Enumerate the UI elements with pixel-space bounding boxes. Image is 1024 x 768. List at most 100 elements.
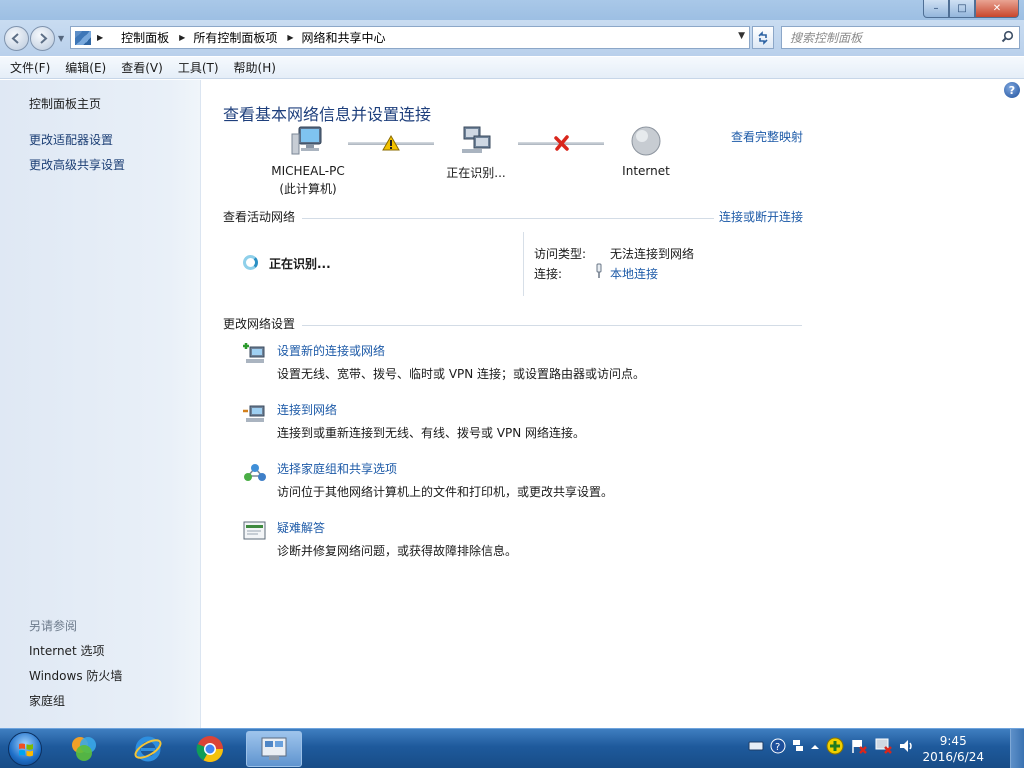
troubleshoot-link[interactable]: 疑难解答	[277, 519, 325, 536]
close-button[interactable]: ✕	[975, 0, 1019, 18]
globe-icon	[631, 126, 661, 156]
help-icon[interactable]: ?	[1004, 82, 1020, 98]
internet-explorer-icon	[134, 736, 162, 762]
forward-button[interactable]	[30, 26, 55, 51]
page-title: 查看基本网络信息并设置连接	[223, 105, 432, 124]
back-button[interactable]	[4, 26, 29, 51]
start-button[interactable]	[3, 730, 47, 768]
address-history-dropdown[interactable]: ▼	[738, 31, 745, 41]
setup-connection-link[interactable]: 设置新的连接或网络	[277, 342, 385, 359]
search-box[interactable]	[781, 26, 1020, 49]
address-bar-area: ▼ ▶ 控制面板 ▶ 所有控制面板项 ▶ 网络和共享中心 ▼	[0, 20, 1024, 56]
breadcrumb-item-network-center[interactable]: ▶ 网络和共享中心	[287, 29, 385, 46]
minimize-button[interactable]: –	[923, 0, 949, 18]
section-divider	[302, 325, 802, 326]
app-360-icon	[72, 737, 96, 761]
security-tray-icon[interactable]	[826, 737, 844, 758]
task-description: 连接到或重新连接到无线、有线、拨号或 VPN 网络连接。	[277, 426, 586, 440]
menu-bar: 文件(F) 编辑(E) 查看(V) 工具(T) 帮助(H)	[0, 57, 1024, 79]
taskbar-app-control-panel[interactable]	[246, 731, 302, 767]
arrow-left-icon	[11, 33, 19, 44]
help-tray-icon[interactable]: ?	[770, 738, 786, 757]
troubleshoot-icon	[243, 521, 266, 540]
map-node-internet[interactable]: Internet	[606, 124, 686, 178]
taskbar-app-ie[interactable]	[120, 731, 176, 767]
menu-view[interactable]: 查看(V)	[121, 59, 163, 76]
access-type-label: 访问类型:	[534, 247, 587, 261]
network-icon	[462, 126, 491, 153]
sidebar-link-homegroup[interactable]: 家庭组	[29, 692, 65, 709]
taskbar-app-chrome[interactable]	[182, 731, 238, 767]
search-input[interactable]	[782, 27, 982, 48]
network-disconnected-icon[interactable]	[874, 737, 892, 758]
map-node-network[interactable]: 正在识别...	[434, 124, 518, 181]
breadcrumb-item-all-items[interactable]: ▶ 所有控制面板项	[179, 29, 277, 46]
system-clock[interactable]: 9:45 2016/6/24	[922, 733, 984, 765]
sidebar-link-adapter-settings[interactable]: 更改适配器设置	[29, 131, 113, 148]
breadcrumb[interactable]: ▶ 控制面板 ▶ 所有控制面板项 ▶ 网络和共享中心 ▼	[70, 26, 750, 49]
connect-network-icon	[243, 405, 265, 422]
sidebar-link-windows-firewall[interactable]: Windows 防火墙	[29, 667, 122, 684]
chrome-icon	[196, 736, 224, 763]
maximize-button[interactable]: □	[949, 0, 975, 18]
connect-network-link[interactable]: 连接到网络	[277, 401, 337, 418]
clock-date: 2016/6/24	[922, 750, 984, 764]
clock-time: 9:45	[939, 734, 967, 748]
menu-tools[interactable]: 工具(T)	[178, 59, 219, 76]
network-tray-icon[interactable]	[792, 739, 804, 756]
warning-icon[interactable]	[382, 135, 400, 151]
task-connect-network: 连接到网络 连接到或重新连接到无线、有线、拨号或 VPN 网络连接。	[242, 401, 802, 445]
refresh-button[interactable]	[752, 26, 774, 49]
title-bar[interactable]: – □ ✕	[0, 0, 1024, 20]
taskbar-app-360[interactable]	[56, 731, 112, 767]
sidebar-link-advanced-sharing[interactable]: 更改高级共享设置	[29, 156, 125, 173]
sidebar-link-control-panel-home[interactable]: 控制面板主页	[29, 95, 101, 112]
main-content: ? 查看基本网络信息并设置连接 查看完整映射 MICHEAL-PC (此计算机)	[202, 80, 1024, 728]
computer-subtitle: (此计算机)	[279, 182, 337, 196]
active-networks-heading: 查看活动网络	[223, 210, 296, 224]
keyboard-icon[interactable]	[748, 740, 764, 755]
sidebar-link-internet-options[interactable]: Internet 选项	[29, 642, 104, 659]
menu-help[interactable]: 帮助(H)	[234, 59, 276, 76]
task-troubleshoot: 疑难解答 诊断并修复网络问题，或获得故障排除信息。	[242, 519, 802, 563]
breadcrumb-label: 所有控制面板项	[193, 31, 278, 45]
internet-label: Internet	[622, 164, 670, 178]
caption-buttons: – □ ✕	[923, 0, 1019, 18]
view-full-map-link[interactable]: 查看完整映射	[731, 128, 803, 145]
show-desktop-button[interactable]	[1010, 729, 1024, 768]
task-description: 诊断并修复网络问题，或获得故障排除信息。	[277, 544, 518, 558]
system-tray: ?	[748, 737, 922, 758]
identifying-spinner-icon	[243, 255, 258, 270]
vertical-divider	[523, 232, 524, 296]
section-divider	[302, 218, 714, 219]
control-panel-icon	[75, 30, 91, 45]
refresh-icon	[758, 30, 768, 45]
menu-edit[interactable]: 编辑(E)	[65, 59, 106, 76]
local-connection-link[interactable]: 本地连接	[610, 265, 658, 282]
map-node-computer[interactable]: MICHEAL-PC (此计算机)	[268, 124, 348, 197]
breadcrumb-root-arrow[interactable]: ▶	[97, 33, 111, 42]
task-description: 设置无线、宽带、拨号、临时或 VPN 连接；或设置路由器或访问点。	[277, 367, 646, 381]
connect-disconnect-link[interactable]: 连接或断开连接	[719, 208, 803, 225]
change-settings-heading: 更改网络设置	[223, 317, 296, 331]
menu-file[interactable]: 文件(F)	[10, 59, 50, 76]
task-homegroup: 选择家庭组和共享选项 访问位于其他网络计算机上的文件和打印机，或更改共享设置。	[242, 460, 802, 504]
flag-tray-icon[interactable]	[850, 737, 868, 758]
homegroup-sharing-link[interactable]: 选择家庭组和共享选项	[277, 460, 397, 477]
svg-text:?: ?	[775, 742, 780, 753]
volume-icon[interactable]	[898, 738, 916, 757]
show-hidden-icons-icon[interactable]	[810, 741, 820, 755]
computer-icon	[291, 126, 322, 155]
taskbar: ? 9:45 2016/6/24	[0, 728, 1024, 768]
active-network-status: 正在识别...	[269, 257, 331, 271]
arrow-right-icon	[40, 33, 48, 44]
control-panel-window: – □ ✕ ▼ ▶ 控制面板 ▶ 所有控制面板项 ▶ 网络和共享中心 ▼ 搜索控…	[0, 0, 1024, 728]
windows-logo-icon	[8, 732, 42, 766]
breadcrumb-item-control-panel[interactable]: 控制面板	[121, 29, 169, 46]
recent-pages-dropdown[interactable]: ▼	[58, 34, 64, 43]
see-also-heading: 另请参阅	[29, 619, 78, 633]
search-icon[interactable]	[1001, 30, 1014, 43]
network-label: 正在识别...	[446, 166, 506, 180]
breadcrumb-label: 网络和共享中心	[301, 31, 386, 45]
disconnected-x-icon[interactable]	[554, 135, 570, 151]
